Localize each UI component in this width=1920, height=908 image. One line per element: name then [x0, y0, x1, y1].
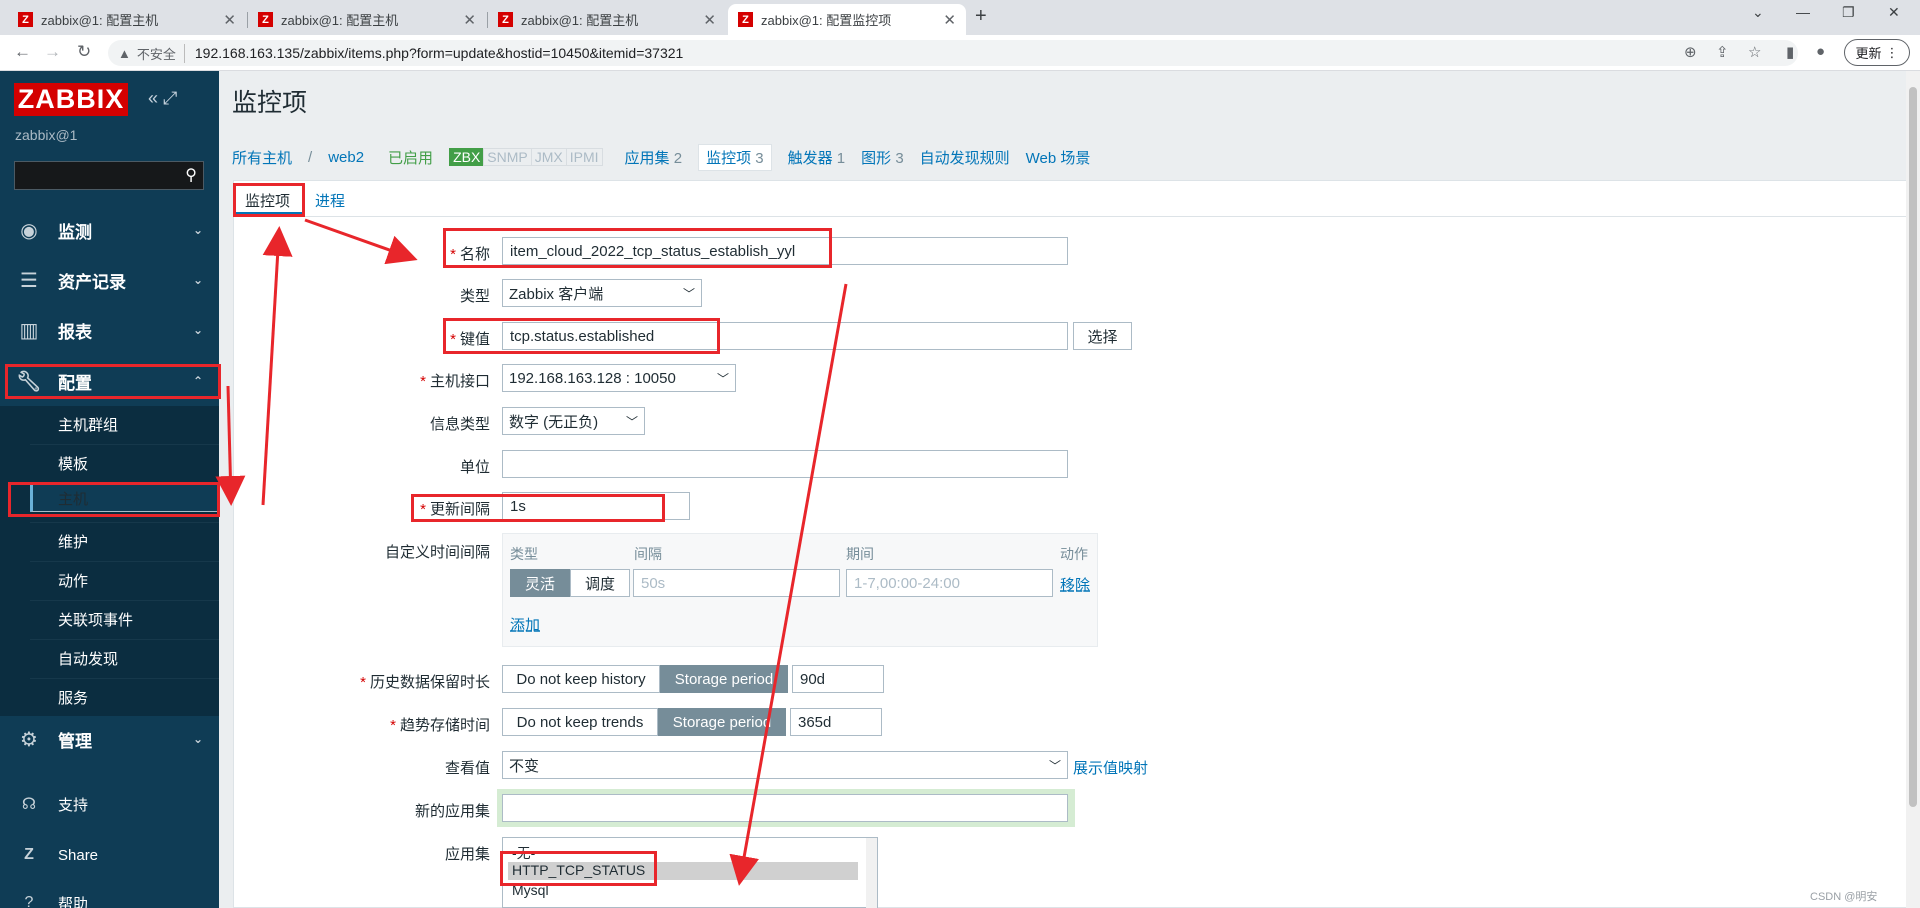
watermark: CSDN @明安: [1810, 891, 1878, 903]
annotation-arrows: [215, 218, 848, 886]
arrow-key-to-app: [729, 283, 848, 886]
arrow-config-to-hosts: [215, 385, 246, 506]
arrow-hosts-to-tab: [261, 226, 293, 506]
arrow-tab-to-name: [304, 218, 418, 265]
